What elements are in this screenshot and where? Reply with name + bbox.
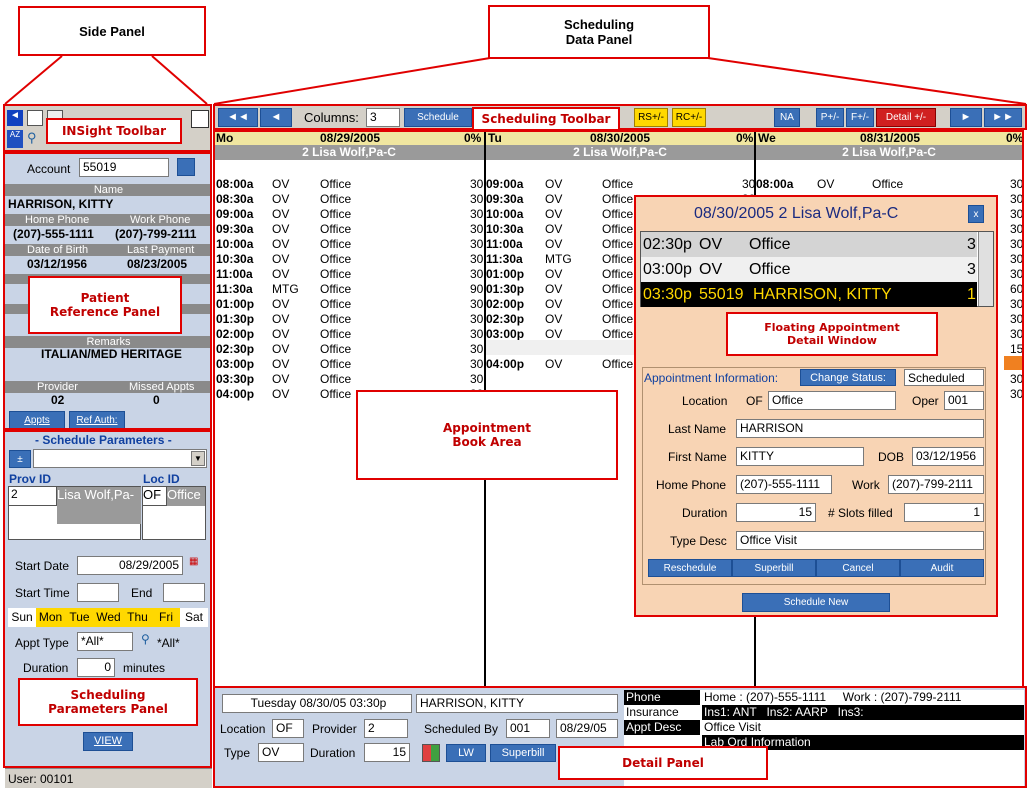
list-desc: Office [749,261,791,278]
list-item[interactable]: 02:30p OV Office 3 [641,232,977,257]
scrollbar[interactable] [978,232,993,306]
callout-text: Floating Appointment [764,321,900,334]
list-time: 02:30p [643,236,692,253]
location-code: OF [746,394,763,408]
callout-text: Patient [80,291,130,305]
insight-toolbar-callout: INSight Toolbar [46,118,182,144]
dob-label: DOB [878,450,905,464]
status-field[interactable]: Scheduled [904,369,984,386]
scheduling-toolbar-outline [213,104,1027,130]
cancel-button[interactable]: Cancel [816,559,900,577]
scheduling-data-panel-callout: Scheduling Data Panel [488,5,710,59]
superbill-button[interactable]: Superbill [732,559,816,577]
list-item[interactable]: 03:00p OV Office 3 [641,257,977,282]
first-name-label: First Name [668,450,727,464]
user-label: User: 00101 [8,772,74,786]
work-phone-field[interactable]: (207)-799-2111 [888,475,984,494]
list-type: OV [699,261,723,278]
list-item-selected[interactable]: 03:30p 55019 HARRISON, KITTY 1 [641,282,977,307]
window-title: 08/30/2005 2 Lisa Wolf,Pa-C [694,205,899,222]
callout-text: Book Area [452,435,522,449]
callout-text: Side Panel [79,23,145,39]
duration-label: Duration [682,506,728,520]
type-desc-field[interactable]: Office Visit [736,531,984,550]
list-type: 55019 [699,286,744,303]
last-name-field[interactable]: HARRISON [736,419,984,438]
last-name-label: Last Name [668,422,727,436]
reschedule-button[interactable]: Reschedule [648,559,732,577]
status-bar: User: 00101 [5,768,212,788]
callout-text: Scheduling Toolbar [481,112,611,126]
appointment-info-label: Appointment Information: [644,371,779,385]
location-label: Location [682,394,728,408]
list-desc: HARRISON, KITTY [753,286,892,303]
location-field[interactable]: Office [768,391,896,410]
work-label: Work [852,478,880,492]
list-type: OV [699,236,723,253]
callout-text: Detail Panel [622,756,704,770]
floating-appointment-window: 08/30/2005 2 Lisa Wolf,Pa-C x 02:30p OV Of… [634,195,998,617]
change-status-button[interactable]: Change Status: [800,369,896,386]
slots-field[interactable]: 1 [904,503,984,522]
callout-text: Reference Panel [49,305,161,319]
appointment-list[interactable]: 02:30p OV Office 3 03:00p OV Office 3 03:30p 55… [640,231,994,307]
home-phone-label: Home Phone [656,478,727,492]
close-button[interactable]: x [968,205,984,223]
list-time: 03:30p [643,286,692,303]
first-name-field[interactable]: KITTY [736,447,864,466]
callout-text: Scheduling [70,688,146,702]
dob-field[interactable]: 03/12/1956 [912,447,984,466]
callout-text: Scheduling [563,17,635,32]
floating-window-callout: Floating Appointment Detail Window [726,312,938,356]
scheduling-toolbar-callout: Scheduling Toolbar [472,107,620,131]
patient-reference-callout: Patient Reference Panel [28,276,182,334]
schedule-new-button[interactable]: Schedule New [742,593,890,612]
list-time: 03:00p [643,261,692,278]
slots-label: # Slots filled [828,506,893,520]
side-panel-callout: Side Panel [18,6,206,56]
home-phone-field[interactable]: (207)-555-1111 [736,475,832,494]
duration-field[interactable]: 15 [736,503,816,522]
list-desc: Office [749,236,791,253]
callout-text: Data Panel [565,32,633,47]
appointment-book-callout: Appointment Book Area [356,390,618,480]
audit-button[interactable]: Audit [900,559,984,577]
callout-text: INSight Toolbar [61,124,167,138]
oper-field[interactable]: 001 [944,391,984,410]
detail-panel-callout: Detail Panel [558,746,768,780]
callout-text: Parameters Panel [48,702,168,716]
list-dur: 3 [967,236,976,253]
list-dur: 3 [967,261,976,278]
callout-text: Detail Window [787,334,877,347]
list-dur: 1 [967,286,976,303]
callout-text: Appointment [442,421,532,435]
type-desc-label: Type Desc [670,534,727,548]
oper-label: Oper [912,394,939,408]
scheduling-parameters-callout: Scheduling Parameters Panel [18,678,198,726]
